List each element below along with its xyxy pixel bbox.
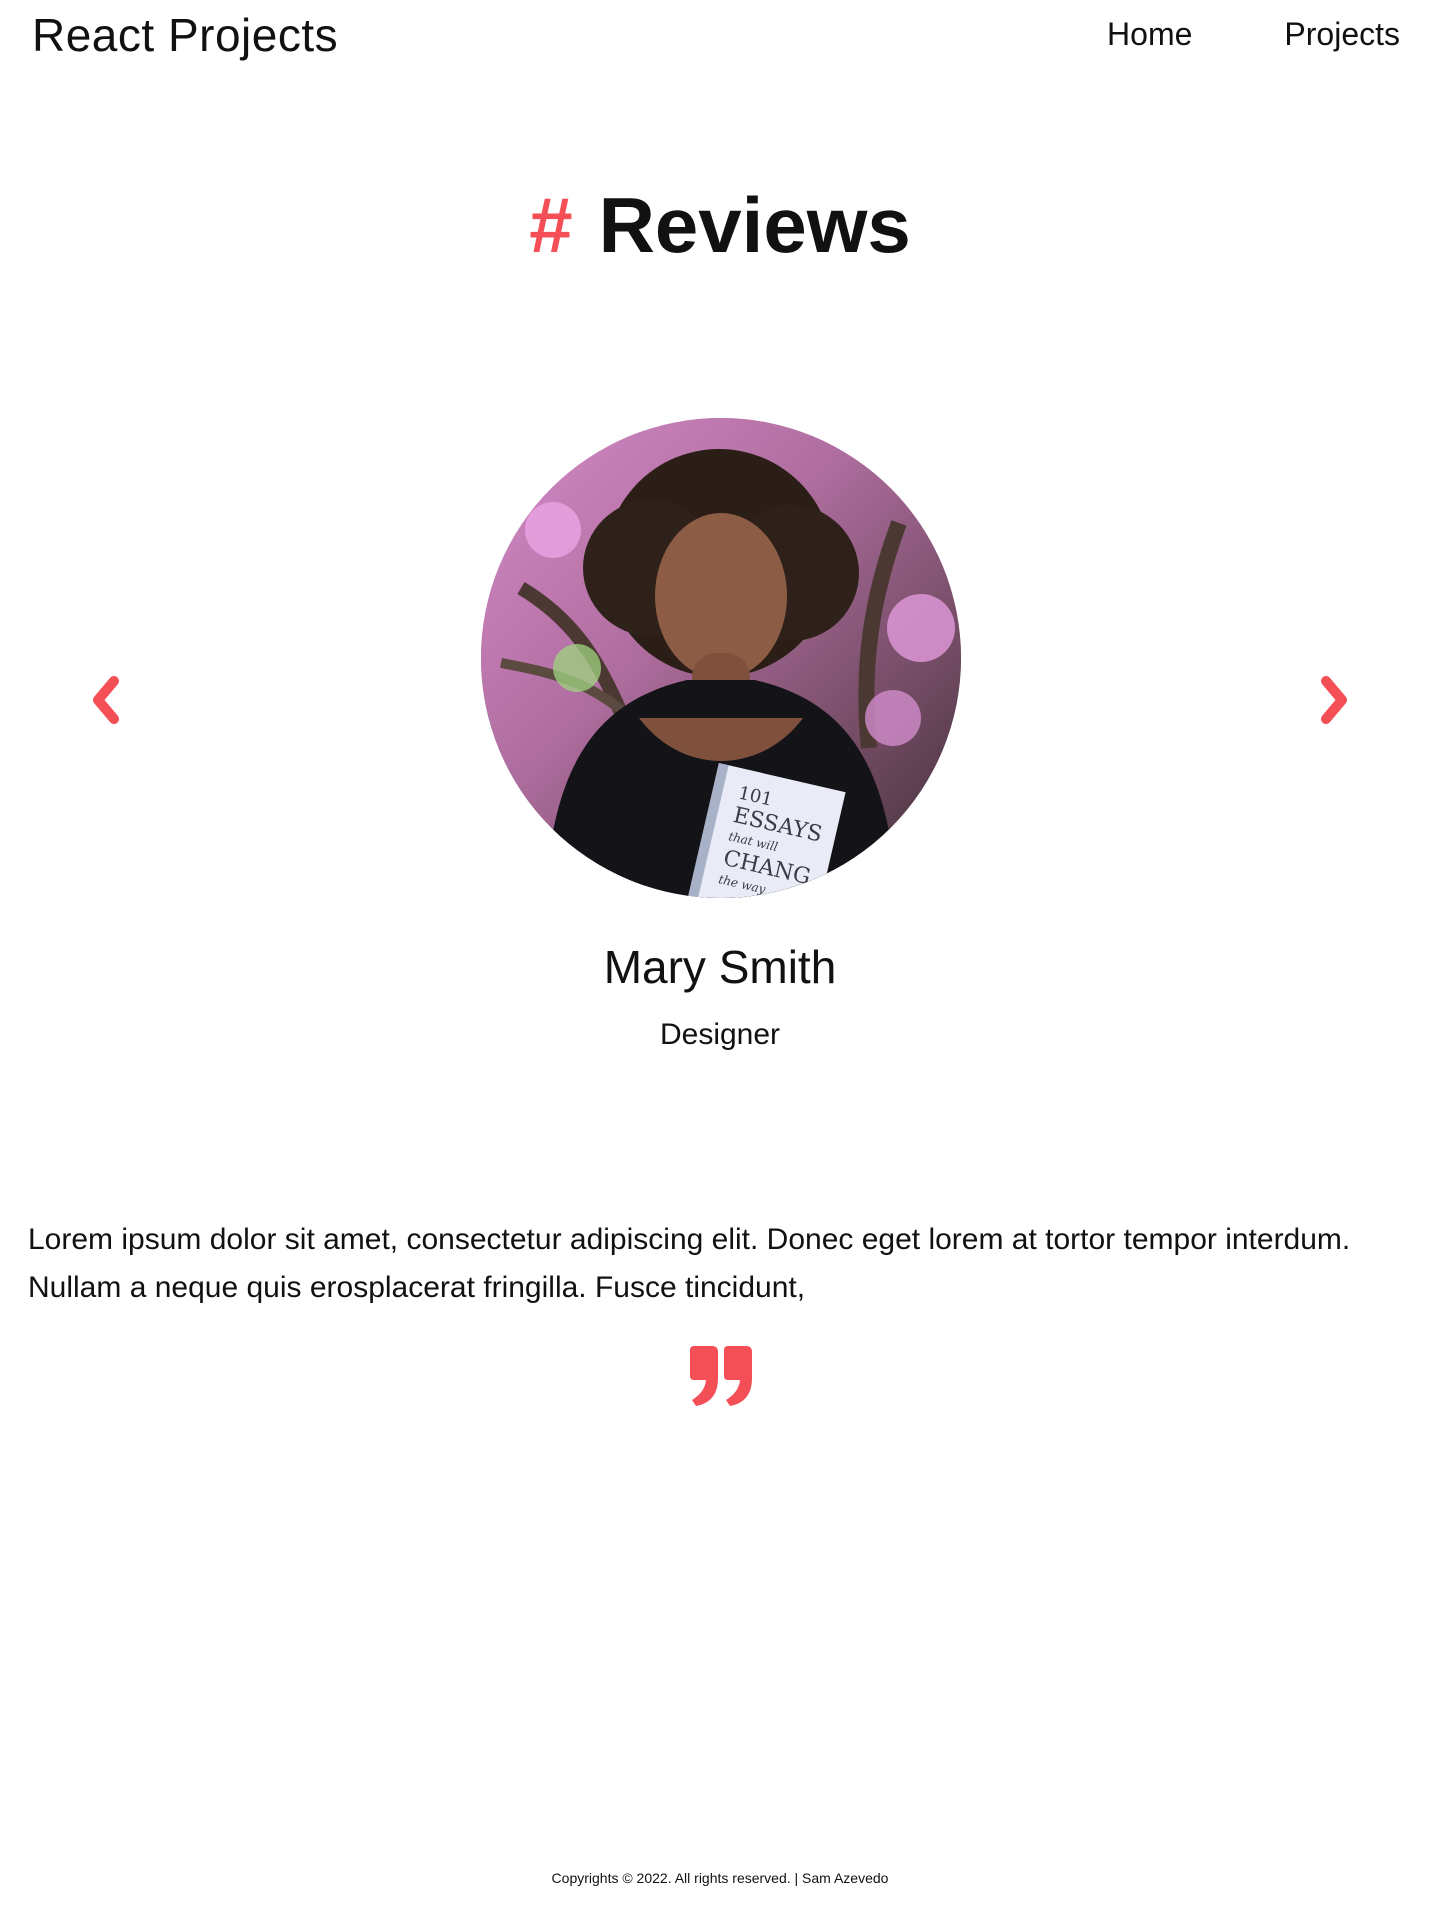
review-text: Lorem ipsum dolor sit amet, consectetur … (28, 1223, 1351, 1304)
chevron-right-icon (1321, 676, 1347, 724)
reviewer-name: Mary Smith (603, 941, 837, 993)
chevron-left-icon (93, 676, 119, 724)
page-title-text: Reviews (598, 181, 911, 269)
brand-title[interactable]: React Projects (32, 8, 338, 62)
page-title: # Reviews (0, 180, 1440, 270)
top-navigation: Home Projects (1107, 16, 1400, 53)
footer-copyright: Copyrights © 2022. All rights reserved. … (551, 1870, 889, 1886)
previous-review-button[interactable] (86, 675, 126, 725)
reviewer-role: Designer (659, 1018, 781, 1051)
nav-home-link[interactable]: Home (1107, 16, 1192, 53)
next-review-button[interactable] (1314, 675, 1354, 725)
nav-projects-link[interactable]: Projects (1284, 16, 1400, 53)
site-header: React Projects Home Projects (0, 0, 1440, 70)
reviewer-photo: 101 ESSAYS that will CHANG the way (481, 418, 961, 898)
quote-icon (688, 1346, 754, 1406)
hash-icon: # (529, 181, 573, 269)
reviewer-avatar: 101 ESSAYS that will CHANG the way (481, 418, 961, 898)
